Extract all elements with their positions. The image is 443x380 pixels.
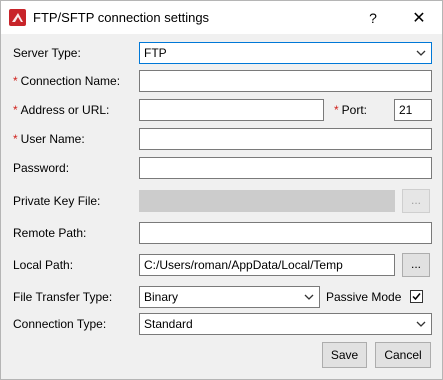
address-input[interactable] bbox=[139, 99, 324, 121]
app-logo-icon bbox=[9, 9, 26, 26]
connection-name-input[interactable] bbox=[139, 70, 432, 92]
file-transfer-type-value: Binary bbox=[144, 290, 179, 304]
close-icon: ✕ bbox=[412, 9, 426, 27]
local-path-label: Local Path: bbox=[13, 258, 74, 272]
passive-mode-checkbox[interactable] bbox=[410, 290, 423, 303]
remote-path-input[interactable] bbox=[139, 222, 432, 244]
required-marker: * bbox=[13, 103, 18, 117]
cancel-button[interactable]: Cancel bbox=[375, 342, 431, 368]
password-label: Password: bbox=[13, 161, 70, 175]
local-path-input[interactable]: C:/Users/roman/AppData/Local/Temp bbox=[139, 254, 395, 276]
required-marker: * bbox=[334, 103, 339, 117]
help-button[interactable]: ? bbox=[350, 1, 396, 34]
close-button[interactable]: ✕ bbox=[396, 1, 442, 34]
chevron-down-icon bbox=[416, 50, 426, 56]
chevron-down-icon bbox=[416, 321, 426, 327]
required-marker: * bbox=[13, 132, 18, 146]
port-label-text: Port: bbox=[341, 103, 368, 117]
checkmark-icon bbox=[412, 293, 421, 301]
server-type-value: FTP bbox=[144, 46, 167, 60]
local-path-browse-button[interactable]: ... bbox=[402, 253, 430, 277]
server-type-select[interactable]: FTP bbox=[139, 42, 432, 64]
connection-type-value: Standard bbox=[144, 317, 193, 331]
chevron-down-icon bbox=[304, 294, 314, 300]
connection-name-label: * Connection Name: bbox=[13, 71, 120, 91]
remote-path-label: Remote Path: bbox=[13, 226, 87, 240]
port-label: * Port: bbox=[334, 100, 367, 120]
file-transfer-type-select[interactable]: Binary bbox=[139, 286, 320, 308]
file-transfer-type-label: File Transfer Type: bbox=[13, 290, 113, 304]
window-title: FTP/SFTP connection settings bbox=[33, 10, 210, 25]
private-key-label: Private Key File: bbox=[13, 194, 101, 208]
address-label-text: Address or URL: bbox=[20, 103, 110, 117]
port-input[interactable]: 21 bbox=[394, 99, 432, 121]
address-label: * Address or URL: bbox=[13, 100, 109, 120]
server-type-label: Server Type: bbox=[13, 46, 81, 60]
user-name-label: * User Name: bbox=[13, 129, 85, 149]
user-name-input[interactable] bbox=[139, 128, 432, 150]
private-key-input bbox=[139, 190, 395, 212]
connection-type-label: Connection Type: bbox=[13, 317, 107, 331]
title-bar: FTP/SFTP connection settings ? ✕ bbox=[1, 1, 442, 34]
settings-dialog: FTP/SFTP connection settings ? ✕ Server … bbox=[0, 0, 443, 380]
connection-name-label-text: Connection Name: bbox=[20, 74, 121, 88]
passive-mode-label: Passive Mode bbox=[326, 290, 402, 304]
password-input[interactable] bbox=[139, 157, 432, 179]
user-name-label-text: User Name: bbox=[20, 132, 85, 146]
private-key-browse-button: ... bbox=[402, 189, 430, 213]
save-button[interactable]: Save bbox=[322, 342, 367, 368]
connection-type-select[interactable]: Standard bbox=[139, 313, 432, 335]
required-marker: * bbox=[13, 74, 18, 88]
